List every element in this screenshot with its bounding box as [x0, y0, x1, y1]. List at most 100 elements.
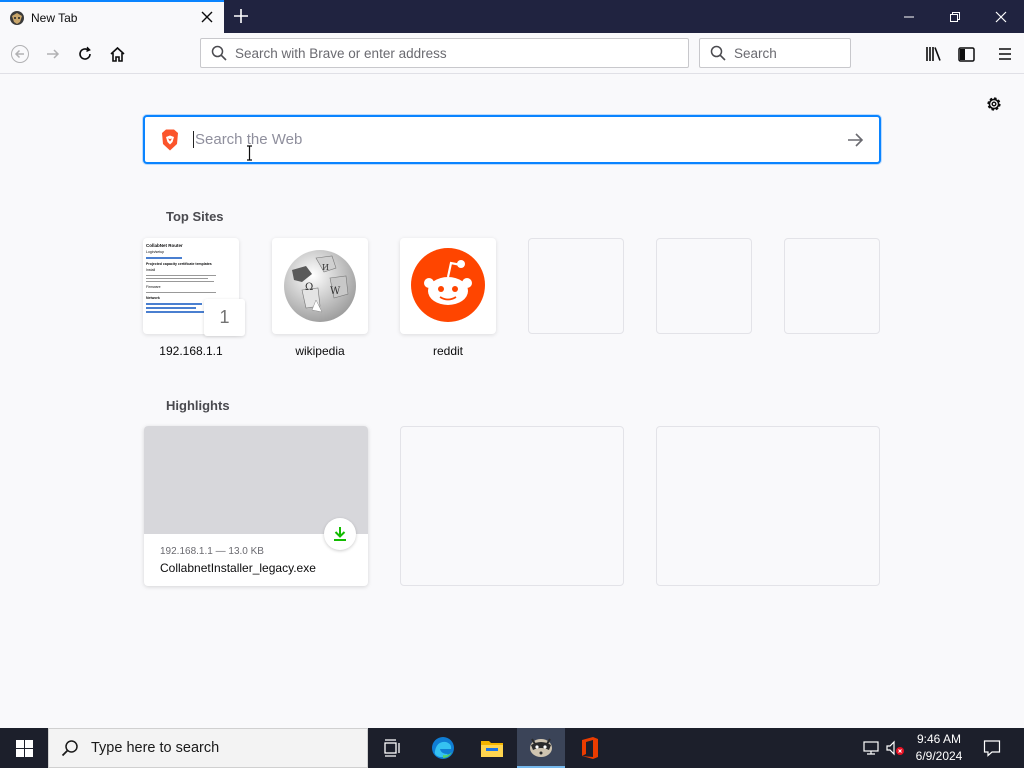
search-bar[interactable]: Search [699, 38, 851, 68]
empty-top-site-tile[interactable] [528, 238, 624, 334]
highlights-heading: Highlights [166, 398, 230, 413]
taskbar-search-placeholder: Type here to search [91, 740, 220, 756]
hamburger-menu-icon [999, 48, 1011, 60]
minimize-button[interactable] [886, 0, 932, 33]
top-site-label: 192.168.1.1 [159, 344, 223, 358]
site-icon-thumb: Ω W И [272, 238, 368, 334]
empty-highlight-card [656, 426, 880, 586]
empty-tile-placeholder [784, 238, 880, 334]
reload-icon [79, 46, 91, 60]
top-site-label: reddit [432, 344, 464, 358]
highlight-card[interactable]: 192.168.1.1 — 13.0 KB CollabnetInstaller… [144, 426, 368, 586]
plus-icon [234, 9, 248, 23]
close-icon [995, 11, 1007, 22]
minimize-icon [904, 16, 914, 17]
library-icon [926, 47, 941, 61]
empty-highlight-card [400, 426, 624, 586]
nav-toolbar: Search with Brave or enter address Searc… [0, 33, 1024, 74]
close-window-button[interactable] [978, 0, 1024, 33]
windows-logo-icon [15, 739, 33, 757]
thumb-link-bar [146, 303, 202, 305]
search-icon [211, 45, 227, 61]
folder-icon [481, 741, 503, 757]
brave-logo-icon [162, 129, 178, 150]
web-search-input[interactable]: Search the Web [143, 115, 881, 164]
empty-top-site-tile[interactable] [656, 238, 752, 334]
tab-new-tab[interactable]: New Tab [0, 0, 224, 33]
sidebar-icon [957, 46, 975, 62]
menu-button[interactable] [991, 40, 1019, 68]
highlight-meta: 192.168.1.1 — 13.0 KB [160, 546, 264, 557]
office-icon [582, 737, 598, 759]
top-site-tile[interactable]: Ω W И wikipedia [272, 238, 368, 358]
search-bar-placeholder: Search [734, 45, 777, 61]
empty-tile-placeholder [528, 238, 624, 334]
pinned-number-badge: 1 [204, 299, 245, 336]
notification-icon [983, 740, 1001, 757]
library-button[interactable] [920, 40, 948, 68]
home-button[interactable] [103, 40, 131, 68]
taskbar-search-box[interactable]: Type here to search [48, 728, 368, 768]
task-view-button[interactable] [368, 728, 416, 768]
volume-tray-button[interactable] [884, 728, 906, 768]
taskbar-office[interactable] [566, 728, 614, 768]
close-tab-icon[interactable] [200, 10, 214, 24]
volume-muted-icon [886, 740, 904, 756]
download-badge [324, 518, 356, 550]
sidebar-button[interactable] [952, 40, 980, 68]
forward-button[interactable] [39, 40, 67, 68]
thumb-link-bar [146, 307, 196, 309]
site-icon-thumb [400, 238, 496, 334]
tab-title: New Tab [31, 10, 78, 25]
network-icon [863, 741, 879, 755]
task-view-icon [384, 739, 400, 757]
search-icon [710, 45, 726, 61]
back-button[interactable] [6, 40, 34, 68]
top-site-label: wikipedia [295, 344, 345, 358]
wikipedia-globe-icon: Ω W И [284, 250, 356, 322]
notifications-button[interactable] [978, 728, 1006, 768]
thumb-line: CollabNet Router [146, 243, 183, 248]
empty-tile-placeholder [656, 238, 752, 334]
brave-raccoon-icon [530, 738, 552, 757]
forward-arrow-icon [47, 49, 60, 59]
top-site-tile[interactable]: CollabNet Router Login/setup Projected c… [143, 238, 239, 358]
clock-date: 6/9/2024 [915, 749, 963, 763]
thumb-line: Login/setup [146, 250, 165, 254]
restore-button[interactable] [932, 0, 978, 33]
search-icon [61, 740, 78, 757]
address-bar[interactable]: Search with Brave or enter address [200, 38, 689, 68]
top-site-tile[interactable]: reddit [400, 238, 496, 358]
svg-text:Ω: Ω [305, 282, 313, 293]
arrow-right-icon[interactable] [845, 130, 865, 150]
start-button[interactable] [0, 728, 48, 768]
thumb-link-bar [146, 257, 182, 259]
network-tray-button[interactable] [860, 728, 882, 768]
thumb-link-bar [146, 311, 206, 313]
reddit-icon [411, 248, 485, 322]
taskbar-clock[interactable]: 9:46 AM 6/9/2024 [905, 731, 973, 765]
highlight-filename: CollabnetInstaller_legacy.exe [160, 561, 316, 575]
back-arrow-icon [11, 45, 29, 63]
reload-button[interactable] [71, 40, 99, 68]
title-bar: New Tab [0, 0, 1024, 33]
text-cursor-icon [247, 145, 252, 161]
clock-time: 9:46 AM [916, 732, 962, 746]
windows-taskbar: Type here to search 9:46 AM 6/9/2024 [0, 728, 1024, 768]
new-tab-button[interactable] [229, 4, 253, 28]
thumb-text-bar [146, 275, 216, 276]
svg-text:И: И [322, 263, 329, 272]
taskbar-file-explorer[interactable] [468, 728, 516, 768]
download-icon [334, 527, 346, 541]
thumb-text-bar [146, 278, 208, 279]
gear-icon[interactable] [984, 94, 1004, 114]
thumb-text-bar [146, 292, 216, 293]
taskbar-brave[interactable] [517, 728, 565, 768]
newtab-page: Search the Web Top Sites CollabNet Route… [0, 74, 1024, 728]
address-bar-placeholder: Search with Brave or enter address [235, 45, 447, 61]
thumb-text-bar [146, 281, 214, 282]
taskbar-edge[interactable] [419, 728, 467, 768]
brave-tab-icon [10, 10, 24, 25]
restore-icon [950, 11, 960, 22]
empty-top-site-tile[interactable] [784, 238, 880, 334]
